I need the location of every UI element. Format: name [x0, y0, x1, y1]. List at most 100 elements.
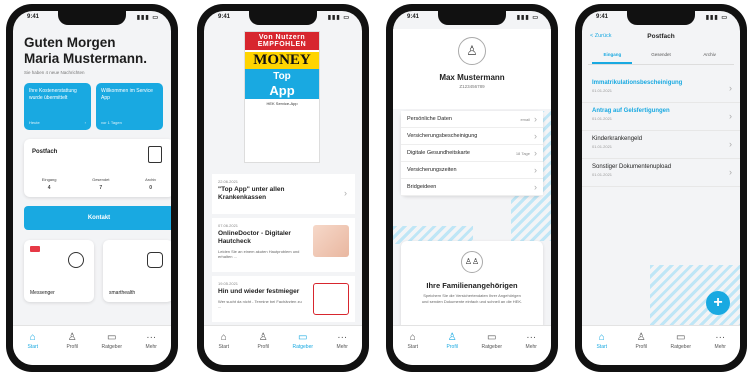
- profile-name: Max Mustermann: [439, 73, 505, 82]
- tab-label: Start: [596, 344, 608, 350]
- tab-bar: ⌂ Start ♙ Profil ▭ Ratgeber ··· Mehr: [582, 325, 740, 365]
- doc-title: Kinderkrankengeld: [592, 136, 643, 142]
- more-icon: ···: [526, 332, 537, 343]
- doc-date: 01.01.2021: [592, 116, 613, 121]
- page-title: Postfach: [647, 33, 675, 40]
- news-item[interactable]: 07.06.2021 OnlineDoctor - Digitaler Haut…: [212, 218, 355, 272]
- chevron-right-icon: ›: [534, 131, 537, 141]
- tab-mehr[interactable]: ··· Mehr: [136, 332, 166, 365]
- menu-item-ideas[interactable]: Bridgeideen ›: [401, 179, 543, 196]
- tile-label: Messenger: [30, 290, 55, 296]
- news-teaser: Wer sucht da nicht - Termine bei Fachärz…: [218, 299, 302, 309]
- notification-card[interactable]: Willkommen im Service App vor 1 Tagen: [96, 83, 163, 130]
- news-teaser: Leiden Sie an einem akuten Hautproblem u…: [218, 249, 300, 259]
- person-icon: ♙: [447, 332, 457, 343]
- phone-postfach: 9:41 ▮▮▮ ▭ < Zurück Postfach Eingang Gese…: [575, 4, 747, 372]
- segmented-control: Eingang Gesendet Archiv: [588, 49, 734, 65]
- tab-start[interactable]: ⌂ Start: [398, 332, 428, 365]
- nav-bar: < Zurück Postfach: [582, 29, 740, 47]
- add-document-button[interactable]: +: [706, 291, 730, 315]
- chevron-right-icon: ›: [534, 148, 537, 158]
- count-value: 0: [149, 185, 153, 191]
- messenger-tile[interactable]: Messenger: [24, 240, 94, 302]
- menu-value: email: [520, 116, 530, 122]
- award-banner: Von Nutzern EMPFOHLEN: [245, 32, 319, 50]
- tab-ratgeber[interactable]: ▭ Ratgeber: [666, 332, 696, 365]
- chevron-right-icon: ›: [344, 188, 347, 198]
- segment-sent[interactable]: Gesendet: [641, 49, 681, 64]
- tab-start[interactable]: ⌂ Start: [209, 332, 239, 365]
- news-title: OnlineDoctor - Digitaler Hautcheck: [218, 230, 291, 245]
- news-title: Hin und wieder festmieger: [218, 288, 300, 295]
- greeting-line-2: Maria Mustermann.: [24, 51, 148, 66]
- tab-mehr[interactable]: ··· Mehr: [516, 332, 546, 365]
- count-value: 7: [99, 185, 103, 191]
- tab-profil[interactable]: ♙ Profil: [57, 332, 87, 365]
- person-icon: ♙: [258, 332, 268, 343]
- news-image: [313, 283, 349, 315]
- menu-item-health-card[interactable]: Digitale Gesundheitskarte 18 Tage ›: [401, 145, 543, 162]
- chevron-right-icon: ›: [729, 139, 732, 149]
- tab-label: Start: [27, 344, 39, 350]
- home-screen: 9:41 ▮▮▮ ▭ Guten Morgen Maria Mustermann. …: [13, 11, 171, 365]
- profil-screen: 9:41 ▮▮▮ ▭ ♙ Max Mustermann Z123456789 Pe…: [393, 11, 551, 365]
- chevron-right-icon: ›: [534, 114, 537, 124]
- menu-label: Digitale Gesundheitskarte: [407, 150, 470, 156]
- notification-card[interactable]: Ihre Kostenerstattung wurde übermittelt H…: [24, 83, 91, 130]
- segment-inbox[interactable]: Eingang: [592, 49, 633, 64]
- tab-profil[interactable]: ♙ Profil: [437, 332, 467, 365]
- status-time: 9:41: [407, 14, 420, 20]
- menu-item-insurance-periods[interactable]: Versicherungszeiten ›: [401, 162, 543, 179]
- list-item[interactable]: Immatrikulationsbescheinigung 01.01.2021 ›: [582, 75, 740, 103]
- menu-item-personal-data[interactable]: Persönliche Daten email ›: [401, 111, 543, 128]
- signal-battery-icon: ▮▮▮ ▭: [136, 15, 159, 21]
- tab-label: Profil: [66, 344, 78, 350]
- list-item[interactable]: Kinderkrankengeld 01.01.2021 ›: [582, 131, 740, 159]
- award-line-1: Von Nutzern: [258, 34, 306, 41]
- person-icon: ♙: [636, 332, 646, 343]
- greeting: Guten Morgen Maria Mustermann.: [24, 35, 147, 67]
- tab-ratgeber[interactable]: ▭ Ratgeber: [288, 332, 318, 365]
- postfach-title: Postfach: [32, 149, 58, 155]
- home-icon: ⌂: [598, 332, 605, 343]
- profile-menu: Persönliche Daten email › Versicherungsbes…: [401, 111, 543, 196]
- news-item[interactable]: 19.05.2021 Hin und wieder festmieger Wer…: [212, 276, 355, 322]
- postfach-card[interactable]: Postfach Eingang 4 Gesendet 7 Archiv 0: [24, 139, 171, 197]
- family-icon: ♙♙: [461, 251, 483, 273]
- postfach-count-archive[interactable]: Archiv 0: [145, 177, 156, 191]
- menu-item-insurance-certificate[interactable]: Versicherungsbescheinigung ›: [401, 128, 543, 145]
- document-list: Immatrikulationsbescheinigung 01.01.2021 ›…: [582, 75, 740, 187]
- count-label: Archiv: [145, 177, 157, 182]
- tab-label: Profil: [257, 344, 269, 350]
- family-card[interactable]: ♙♙ Ihre Familienangehörigen Speichern Si…: [401, 241, 543, 331]
- tab-profil[interactable]: ♙ Profil: [248, 332, 278, 365]
- tab-start[interactable]: ⌂ Start: [18, 332, 48, 365]
- smarthealth-tile[interactable]: smarthealth: [103, 240, 171, 302]
- tab-mehr[interactable]: ··· Mehr: [327, 332, 357, 365]
- kontakt-button[interactable]: Kontakt: [24, 206, 171, 230]
- award-line-2: EMPFOHLEN: [257, 41, 307, 48]
- list-item[interactable]: Antrag auf Gelsfertigungen 01.01.2021 ›: [582, 103, 740, 131]
- notification-title: Ihre Kostenerstattung wurde übermittelt: [29, 88, 77, 101]
- postfach-screen: 9:41 ▮▮▮ ▭ < Zurück Postfach Eingang Gese…: [582, 11, 740, 365]
- postfach-counts: Eingang 4 Gesendet 7 Archiv 0: [24, 177, 171, 191]
- notification-carousel[interactable]: Ihre Kostenerstattung wurde übermittelt H…: [24, 83, 163, 130]
- tab-ratgeber[interactable]: ▭ Ratgeber: [97, 332, 127, 365]
- chevron-right-icon: ›: [729, 167, 732, 177]
- tab-profil[interactable]: ♙ Profil: [626, 332, 656, 365]
- news-item[interactable]: 22.06.2021 "Top App" unter allen Kranken…: [212, 174, 355, 214]
- segment-archive[interactable]: Archiv: [690, 49, 730, 64]
- doc-title: Antrag auf Gelsfertigungen: [592, 108, 670, 114]
- tab-ratgeber[interactable]: ▭ Ratgeber: [477, 332, 507, 365]
- postfach-count-sent[interactable]: Gesendet 7: [92, 177, 109, 191]
- tab-start[interactable]: ⌂ Start: [587, 332, 617, 365]
- postfach-count-inbox[interactable]: Eingang 4: [42, 177, 57, 191]
- tab-bar: ⌂ Start ♙ Profil ▭ Ratgeber ··· Mehr: [393, 325, 551, 365]
- menu-label: Persönliche Daten: [407, 116, 452, 122]
- tab-mehr[interactable]: ··· Mehr: [705, 332, 735, 365]
- list-item[interactable]: Sonstiger Dokumentenupload 01.01.2021 ›: [582, 159, 740, 187]
- health-icon: [147, 252, 163, 268]
- phone-home: 9:41 ▮▮▮ ▭ Guten Morgen Maria Mustermann. …: [6, 4, 178, 372]
- chevron-right-icon: ›: [534, 165, 537, 175]
- notification-title: Willkommen im Service App: [101, 88, 153, 101]
